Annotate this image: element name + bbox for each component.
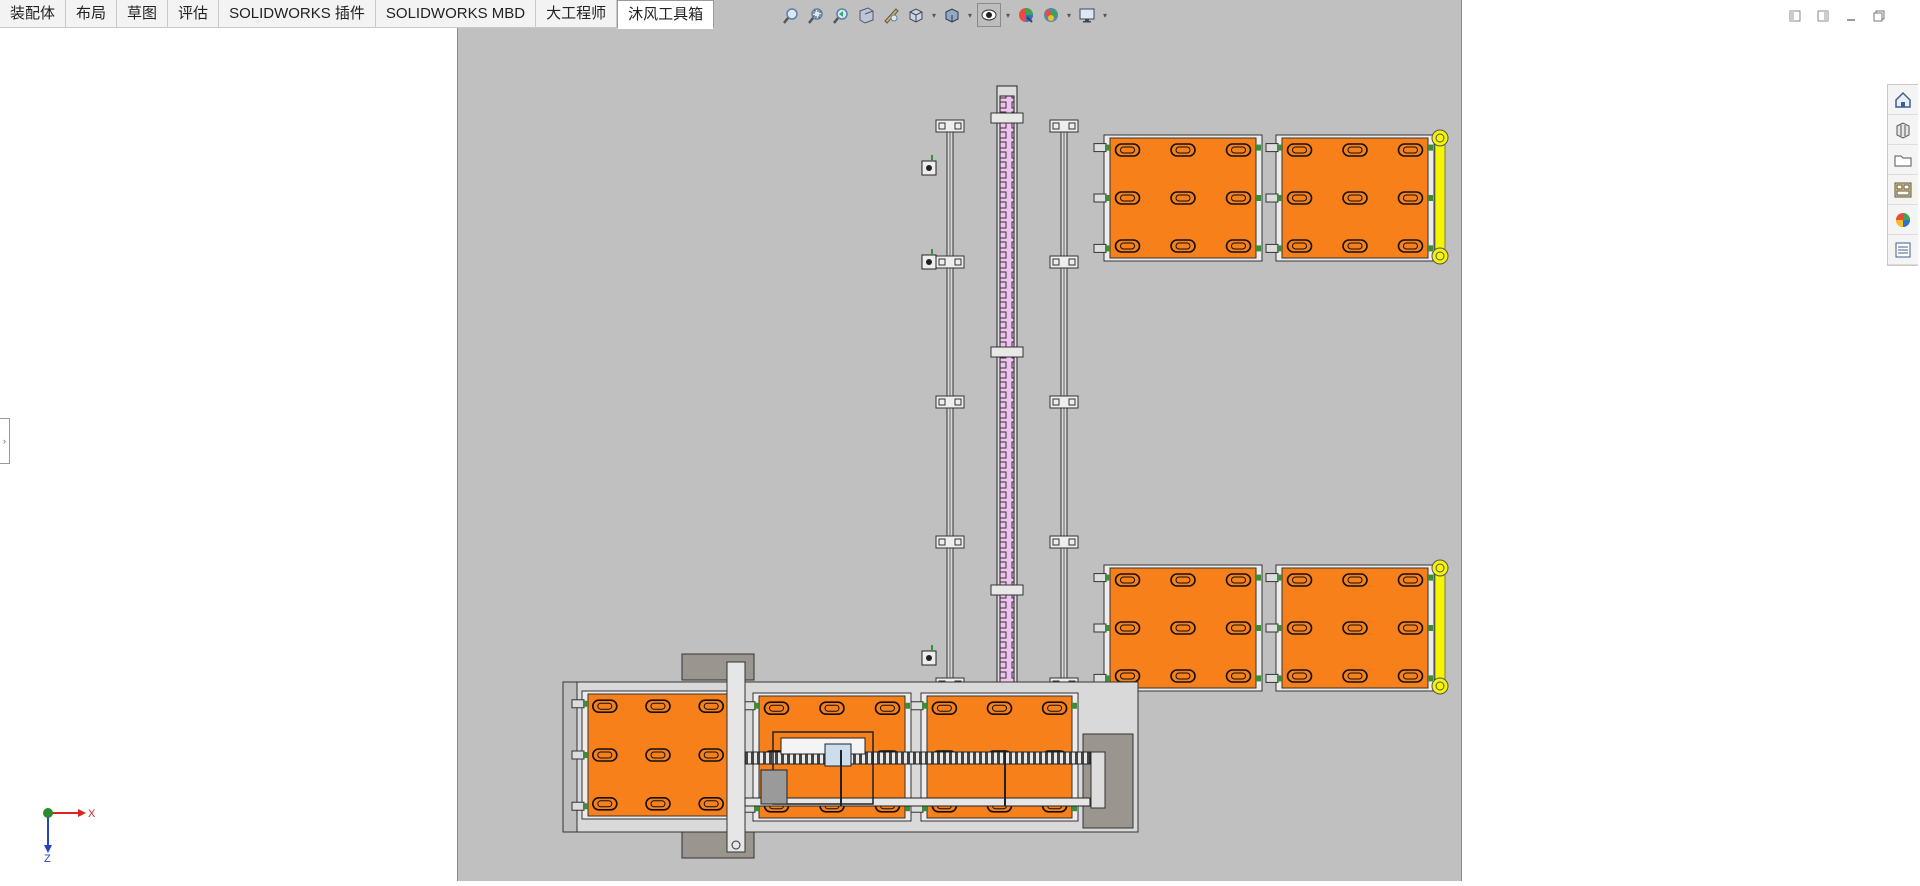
- design-library-icon[interactable]: [1888, 115, 1918, 145]
- tile-left-icon[interactable]: [1784, 6, 1806, 26]
- tab-3[interactable]: 评估: [168, 0, 220, 28]
- restore-icon[interactable]: [1868, 6, 1890, 26]
- tab-0[interactable]: 装配体: [0, 0, 67, 28]
- view-orientation-icon[interactable]: [905, 4, 927, 26]
- appearances-icon[interactable]: [1888, 205, 1918, 235]
- motor: [760, 769, 788, 805]
- conveyor-mid-2: [1265, 564, 1435, 692]
- apply-scene-icon[interactable]: [1040, 4, 1062, 26]
- vertical-post: [726, 661, 746, 853]
- tab-1[interactable]: 布局: [66, 0, 118, 28]
- apply-scene-dropdown-icon[interactable]: ▾: [1065, 11, 1073, 20]
- tab-6[interactable]: 大工程师: [536, 0, 618, 28]
- tab-7[interactable]: 沐风工具箱: [617, 0, 715, 29]
- view-palette-icon[interactable]: [1888, 175, 1918, 205]
- tab-4[interactable]: SOLIDWORKS 插件: [219, 0, 376, 28]
- conveyor-top-1: [1093, 134, 1263, 262]
- conveyor-top-2: [1265, 134, 1435, 262]
- tile-right-icon[interactable]: [1812, 6, 1834, 26]
- file-explorer-icon[interactable]: [1888, 145, 1918, 175]
- zoom-to-area-icon[interactable]: [805, 4, 827, 26]
- guide-rail-left: [935, 119, 965, 691]
- feature-manager-toggle[interactable]: ›: [0, 418, 10, 464]
- view-settings-icon[interactable]: [1076, 4, 1098, 26]
- display-style-dropdown-icon[interactable]: ▾: [966, 11, 974, 20]
- solidworks-resources-icon[interactable]: [1888, 85, 1918, 115]
- hide-show-dropdown-icon[interactable]: ▾: [1004, 11, 1012, 20]
- tab-5[interactable]: SOLIDWORKS MBD: [375, 0, 537, 28]
- reference-triad: X Z: [43, 808, 96, 863]
- display-style-icon[interactable]: [941, 4, 963, 26]
- tab-2[interactable]: 草图: [117, 0, 169, 28]
- triad-z-label: Z: [44, 853, 51, 863]
- minimize-icon[interactable]: [1840, 6, 1862, 26]
- previous-view-icon[interactable]: [830, 4, 852, 26]
- heads-up-view-toolbar: ▾ ▾ ▾ ▾ ▾: [780, 2, 1109, 28]
- custom-properties-icon[interactable]: [1888, 235, 1918, 265]
- zoom-to-fit-icon[interactable]: [780, 4, 802, 26]
- document-window-controls: [1784, 6, 1890, 26]
- edit-appearance-icon[interactable]: [1015, 4, 1037, 26]
- task-pane-tabs: [1887, 84, 1918, 266]
- view-orientation-dropdown-icon[interactable]: ▾: [930, 11, 938, 20]
- hide-show-items-icon[interactable]: [977, 3, 1001, 27]
- section-view-icon[interactable]: [855, 4, 877, 26]
- dynamic-annotation-icon[interactable]: [880, 4, 902, 26]
- conveyor-mid-1: [1093, 564, 1263, 692]
- triad-x-label: X: [88, 808, 96, 820]
- assembly-model-view[interactable]: [458, 0, 1461, 881]
- conveyor-bottom-1: [571, 690, 735, 820]
- view-settings-dropdown-icon[interactable]: ▾: [1101, 11, 1109, 20]
- command-manager-tabs: 装配体 布局 草图 评估 SOLIDWORKS 插件 SOLIDWORKS MBD 大工程师…: [0, 0, 715, 29]
- guide-rail-right: [1049, 119, 1079, 691]
- graphics-area[interactable]: [457, 0, 1462, 881]
